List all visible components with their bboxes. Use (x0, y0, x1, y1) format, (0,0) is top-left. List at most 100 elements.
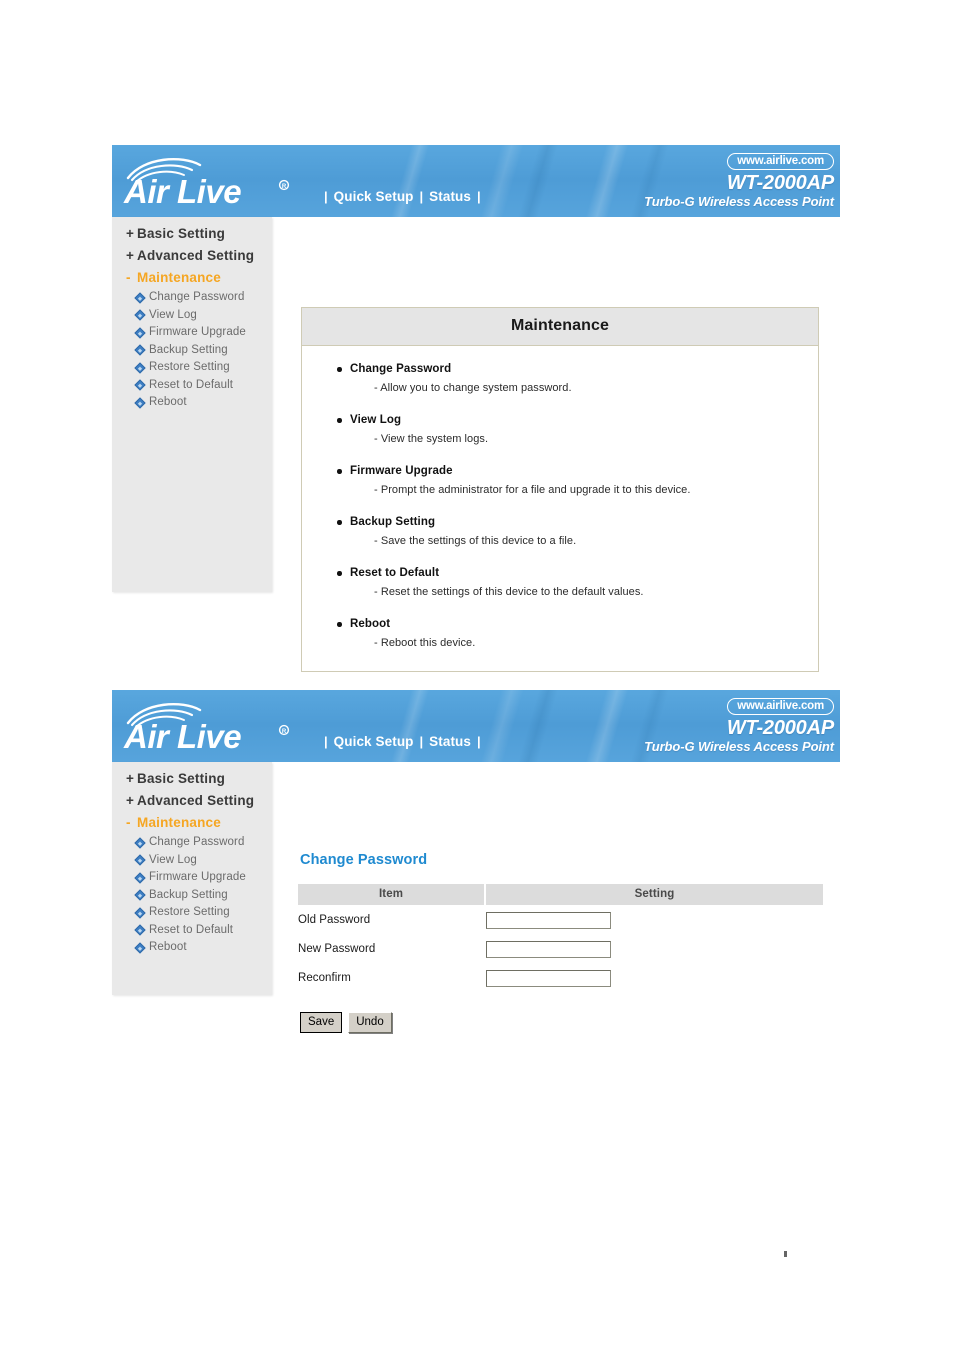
maintenance-entry-view-log: View Log - View the system logs. (302, 413, 818, 447)
table-row: Reconfirm (298, 963, 823, 992)
sidebar-nav: + Basic Setting + Advanced Setting - Mainte… (112, 762, 272, 995)
form-actions: Save Undo (300, 1012, 828, 1033)
entry-title: Backup Setting (337, 515, 818, 530)
expand-sign: + (126, 226, 135, 241)
diamond-bullet-icon (134, 889, 146, 901)
entry-description: - Prompt the administrator for a file an… (374, 484, 691, 496)
website-url-badge[interactable]: www.airlive.com (727, 153, 834, 170)
collapse-sign: - (126, 270, 131, 285)
sidebar-item-backup-setting[interactable]: Backup Setting (112, 887, 272, 905)
new-password-input[interactable] (486, 940, 611, 958)
sidebar-item-label: View Log (149, 853, 197, 866)
sidebar-group-maintenance[interactable]: - Maintenance (112, 812, 272, 834)
nav-status[interactable]: Status (429, 189, 471, 204)
sidebar-item-firmware-upgrade[interactable]: Firmware Upgrade (112, 869, 272, 887)
nav-separator-mid: | (419, 734, 424, 749)
sidebar-item-reboot[interactable]: Reboot (112, 939, 272, 957)
diamond-bullet-icon (134, 837, 146, 849)
save-button[interactable]: Save (300, 1012, 343, 1033)
nav-quick-setup[interactable]: Quick Setup (334, 734, 414, 749)
field-cell (485, 905, 823, 934)
entry-description: - View the system logs. (374, 433, 489, 445)
sidebar-item-reset-to-default[interactable]: Reset to Default (112, 377, 272, 395)
page-body: + Basic Setting + Advanced Setting - Mainte… (112, 217, 840, 683)
diamond-bullet-icon (134, 872, 146, 884)
nav-separator-left: | (324, 734, 328, 749)
sidebar-group-maintenance[interactable]: - Maintenance (112, 267, 272, 289)
sidebar-item-change-password[interactable]: Change Password (112, 834, 272, 852)
brand-info: www.airlive.com WT-2000AP Turbo-G Wirele… (644, 696, 834, 755)
old-password-input[interactable] (486, 911, 611, 929)
sidebar-item-backup-setting[interactable]: Backup Setting (112, 342, 272, 360)
diamond-bullet-icon (134, 924, 146, 936)
entry-title: Reset to Default (337, 566, 818, 581)
nav-status[interactable]: Status (429, 734, 471, 749)
sidebar-item-view-log[interactable]: View Log (112, 852, 272, 870)
nav-quick-setup[interactable]: Quick Setup (334, 189, 414, 204)
entry-description: - Allow you to change system password. (374, 382, 572, 394)
sidebar-item-label: Backup Setting (149, 343, 228, 356)
sidebar-group-advanced-setting[interactable]: + Advanced Setting (112, 790, 272, 812)
diamond-bullet-icon (134, 344, 146, 356)
diamond-bullet-icon (134, 942, 146, 954)
sidebar-item-label: Restore Setting (149, 361, 230, 373)
change-password-screenshot: Air Live R | Quick Setup | Status | www.… (112, 690, 840, 1033)
airlive-logo: Air Live R (122, 698, 312, 758)
entry-title: View Log (337, 413, 818, 428)
maintenance-panel: Maintenance Change Password - Allow you … (301, 307, 819, 672)
diamond-bullet-icon (134, 397, 146, 409)
app-banner: Air Live R | Quick Setup | Status | www.… (112, 690, 840, 762)
entry-title: Firmware Upgrade (337, 464, 818, 479)
model-name: WT-2000AP (726, 172, 834, 194)
collapse-sign: - (126, 815, 131, 830)
column-header-setting: Setting (485, 884, 823, 905)
sidebar-group-advanced-setting[interactable]: + Advanced Setting (112, 245, 272, 267)
sidebar-item-label: Reset to Default (149, 923, 234, 936)
sidebar-item-change-password[interactable]: Change Password (112, 289, 272, 307)
sidebar-item-reboot[interactable]: Reboot (112, 394, 272, 412)
reconfirm-password-input[interactable] (486, 969, 611, 987)
field-cell (485, 934, 823, 963)
sidebar-item-view-log[interactable]: View Log (112, 307, 272, 325)
settings-table: Item Setting Old Password New Password R… (298, 884, 823, 992)
undo-button[interactable]: Undo (348, 1012, 392, 1033)
website-url-badge[interactable]: www.airlive.com (727, 698, 834, 715)
sidebar-group-basic-setting[interactable]: + Basic Setting (112, 768, 272, 790)
nav-separator-left: | (324, 189, 328, 204)
top-nav: | Quick Setup | Status | (318, 189, 487, 204)
sidebar-item-label: Change Password (149, 291, 245, 303)
top-nav: | Quick Setup | Status | (318, 734, 487, 749)
diamond-bullet-icon (134, 379, 146, 391)
svg-text:R: R (282, 729, 287, 735)
diamond-bullet-icon (134, 362, 146, 374)
sidebar-item-label: Change Password (149, 836, 245, 848)
sidebar-item-firmware-upgrade[interactable]: Firmware Upgrade (112, 324, 272, 342)
sidebar-item-reset-to-default[interactable]: Reset to Default (112, 922, 272, 940)
maintenance-entry-reset-to-default: Reset to Default - Reset the settings of… (302, 566, 818, 600)
brand-info: www.airlive.com WT-2000AP Turbo-G Wirele… (644, 151, 834, 210)
nav-separator-mid: | (419, 189, 424, 204)
maintenance-screenshot: Air Live R | Quick Setup | Status | www.… (112, 145, 840, 683)
entry-title: Reboot (337, 617, 818, 632)
diamond-bullet-icon (134, 907, 146, 919)
diamond-bullet-icon (134, 292, 146, 304)
model-name: WT-2000AP (726, 717, 834, 739)
field-label-new-password: New Password (298, 942, 376, 955)
sidebar-group-label: Maintenance (137, 270, 221, 285)
diamond-bullet-icon (134, 327, 146, 339)
field-label-old-password: Old Password (298, 913, 371, 926)
sidebar-item-label: Firmware Upgrade (149, 326, 246, 338)
maintenance-entry-backup-setting: Backup Setting - Save the settings of th… (302, 515, 818, 549)
sidebar-group-label: Advanced Setting (137, 793, 255, 808)
table-row: Old Password (298, 905, 823, 934)
page-body: + Basic Setting + Advanced Setting - Mainte… (112, 762, 840, 1033)
sidebar-item-restore-setting[interactable]: Restore Setting (112, 359, 272, 377)
panel-title: Maintenance (302, 308, 818, 346)
sidebar-item-restore-setting[interactable]: Restore Setting (112, 904, 272, 922)
sidebar-group-label: Advanced Setting (137, 248, 255, 263)
sidebar-group-basic-setting[interactable]: + Basic Setting (112, 223, 272, 245)
sidebar-group-label: Basic Setting (137, 226, 226, 241)
sidebar-item-label: Backup Setting (149, 888, 228, 901)
svg-text:Air Live: Air Live (123, 173, 241, 210)
expand-sign: + (126, 793, 135, 808)
